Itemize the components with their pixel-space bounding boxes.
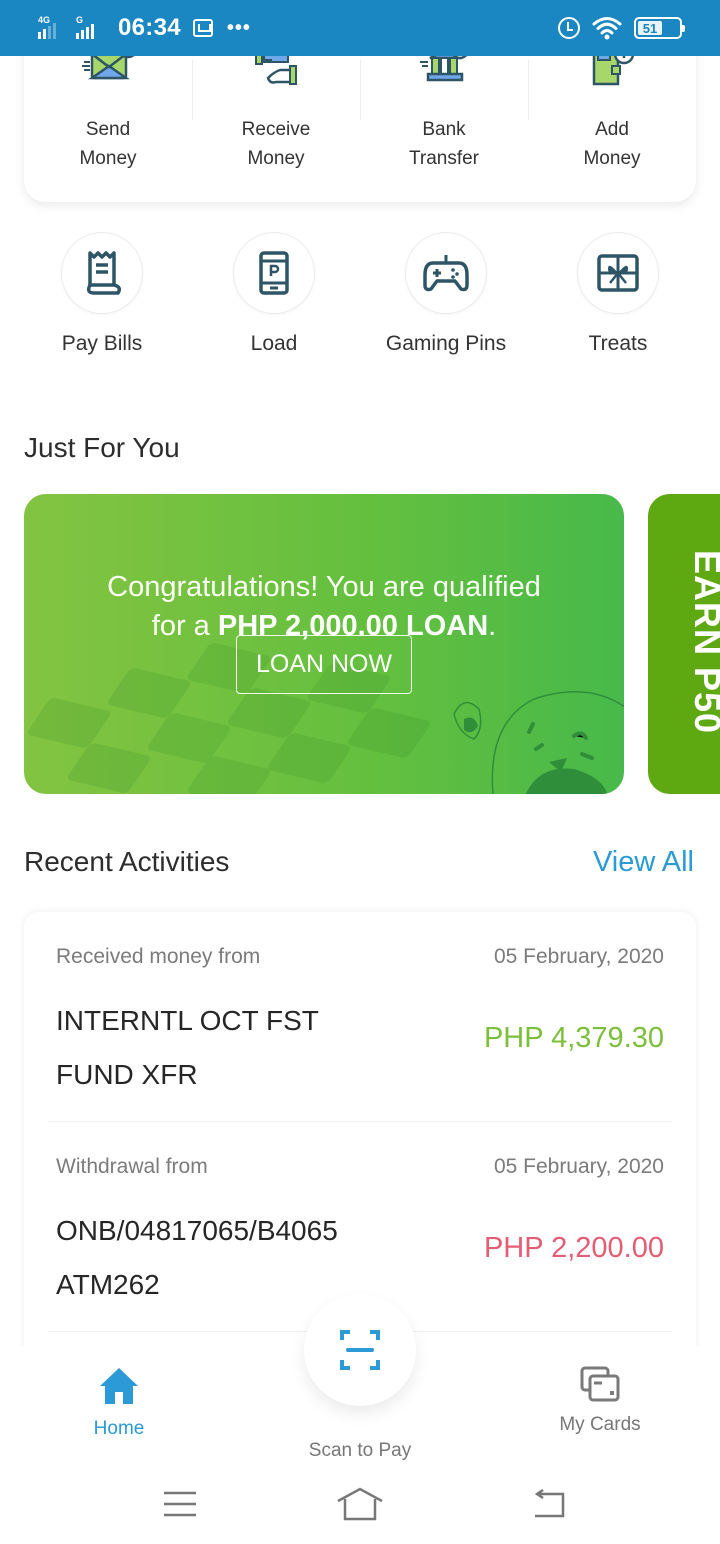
receive-money-icon	[246, 49, 306, 110]
activity-row[interactable]: Received money from 05 February, 2020 IN…	[48, 912, 672, 1122]
signal-icon: G	[76, 15, 106, 39]
scan-icon	[340, 1330, 380, 1370]
activity-type: Withdrawal from	[56, 1155, 208, 1178]
send-money-label: Send Money	[79, 119, 137, 169]
back-button[interactable]	[524, 1484, 574, 1524]
back-icon	[534, 1489, 565, 1518]
pay-bills-label: Pay Bills	[61, 332, 143, 355]
bank-transfer-label: Bank Transfer	[408, 119, 480, 169]
nav-home[interactable]: Home	[39, 1366, 199, 1440]
recent-activities-title: Recent Activities	[24, 846, 230, 877]
wifi-icon	[592, 17, 622, 40]
battery-level: 51	[638, 21, 662, 36]
load-label: Load	[250, 332, 298, 355]
pay-bills-button[interactable]: Pay Bills	[16, 232, 188, 356]
system-nav-bar	[0, 1464, 720, 1544]
menu-button[interactable]	[155, 1484, 205, 1524]
nav-scan-label: Scan to Pay	[308, 1440, 412, 1461]
clock: 06:34	[118, 14, 181, 41]
nav-my-cards[interactable]: My Cards	[520, 1366, 680, 1436]
treats-label: Treats	[588, 332, 648, 355]
home-outline-icon	[337, 1487, 383, 1521]
activity-counterparty: INTERNTL OCT FST FUND XFR	[56, 1005, 319, 1090]
loan-promo-banner[interactable]: Congratulations! You are qualified for a…	[24, 494, 624, 794]
battery-icon: 51	[634, 17, 685, 39]
alarm-icon	[558, 17, 580, 39]
signal-icon: 4G	[38, 15, 68, 39]
earn-promo-banner[interactable]: EARN P50	[648, 494, 720, 794]
just-for-you-title: Just For You	[24, 432, 180, 463]
phone-load-icon	[259, 251, 289, 295]
nav-cards-label: My Cards	[559, 1414, 641, 1435]
gift-icon	[597, 254, 639, 292]
earn-promo-text: EARN P50	[687, 550, 720, 735]
home-icon	[100, 1368, 138, 1404]
home-system-button[interactable]	[335, 1484, 385, 1524]
gamepad-icon	[423, 255, 469, 292]
loan-now-button[interactable]: LOAN NOW	[236, 635, 412, 694]
add-money-icon	[582, 43, 642, 110]
scan-to-pay-button[interactable]	[304, 1294, 416, 1406]
view-all-link[interactable]: View All	[593, 846, 694, 879]
activity-amount: PHP 4,379.30	[483, 1022, 664, 1054]
add-money-label: Add Money	[583, 119, 641, 169]
nav-home-label: Home	[93, 1418, 145, 1439]
send-money-icon	[78, 37, 139, 110]
activity-amount: PHP 2,200.00	[483, 1232, 664, 1264]
mascot-illustration	[453, 690, 624, 794]
treats-button[interactable]: Treats	[532, 232, 704, 356]
mail-icon	[192, 19, 213, 37]
menu-icon	[164, 1491, 196, 1517]
receipt-icon	[86, 251, 122, 295]
gaming-pins-button[interactable]: Gaming Pins	[360, 232, 532, 356]
gaming-pins-label: Gaming Pins	[385, 332, 507, 355]
activity-type: Received money from	[56, 945, 261, 968]
activity-date: 05 February, 2020	[493, 945, 664, 968]
load-button[interactable]: Load	[188, 232, 360, 356]
services-row: Pay Bills Load Gaming Pins Treats	[16, 232, 704, 356]
overflow-icon: •••	[226, 16, 251, 39]
activity-date: 05 February, 2020	[493, 1155, 664, 1178]
bank-transfer-icon	[414, 40, 474, 110]
status-bar: 4G G 06:34 ••• 51	[0, 0, 720, 56]
cards-icon	[580, 1366, 620, 1402]
receive-money-label: Receive Money	[241, 119, 311, 169]
